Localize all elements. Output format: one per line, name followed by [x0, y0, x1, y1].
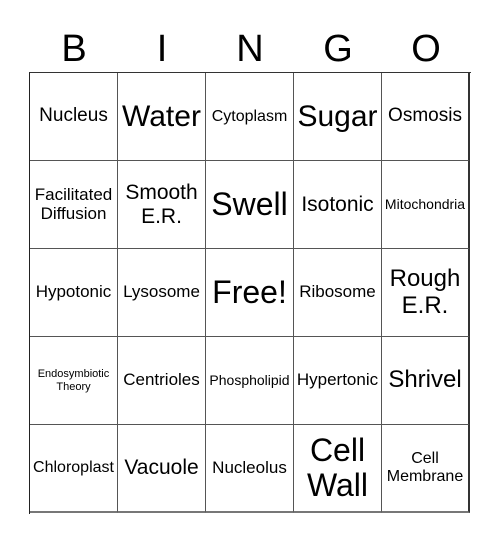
bingo-cell[interactable]: Cell Wall [294, 425, 382, 513]
bingo-header: B I N G O [30, 26, 470, 72]
header-letter-g: G [323, 28, 353, 70]
bingo-cell[interactable]: Vacuole [118, 425, 206, 513]
bingo-cell[interactable]: Shrivel [382, 337, 470, 425]
bingo-cell[interactable]: Water [118, 73, 206, 161]
bingo-cell[interactable]: Centrioles [118, 337, 206, 425]
bingo-cell[interactable]: Isotonic [294, 161, 382, 249]
bingo-cell[interactable]: Facilitated Diffusion [30, 161, 118, 249]
bingo-cell[interactable]: Rough E.R. [382, 249, 470, 337]
bingo-cell[interactable]: Endosymbiotic Theory [30, 337, 118, 425]
bingo-card-grid: Nucleus Water Cytoplasm Sugar Osmosis Fa… [29, 72, 471, 514]
bingo-cell[interactable]: Hypertonic [294, 337, 382, 425]
bingo-cell[interactable]: Phospholipid [206, 337, 294, 425]
header-letter-o: O [411, 28, 441, 70]
bingo-cell[interactable]: Swell [206, 161, 294, 249]
bingo-cell[interactable]: Osmosis [382, 73, 470, 161]
bingo-cell[interactable]: Cell Membrane [382, 425, 470, 513]
bingo-cell[interactable]: Chloroplast [30, 425, 118, 513]
header-letter-n: N [236, 28, 264, 70]
bingo-cell[interactable]: Lysosome [118, 249, 206, 337]
header-letter-b: B [61, 28, 87, 70]
bingo-cell[interactable]: Mitochondria [382, 161, 470, 249]
free-space-cell[interactable]: Free! [206, 249, 294, 337]
header-letter-i: I [156, 28, 168, 70]
bingo-cell[interactable]: Nucleolus [206, 425, 294, 513]
bingo-cell[interactable]: Nucleus [30, 73, 118, 161]
bingo-cell[interactable]: Cytoplasm [206, 73, 294, 161]
bingo-cell[interactable]: Hypotonic [30, 249, 118, 337]
bingo-cell[interactable]: Sugar [294, 73, 382, 161]
bingo-cell[interactable]: Ribosome [294, 249, 382, 337]
bingo-cell[interactable]: Smooth E.R. [118, 161, 206, 249]
